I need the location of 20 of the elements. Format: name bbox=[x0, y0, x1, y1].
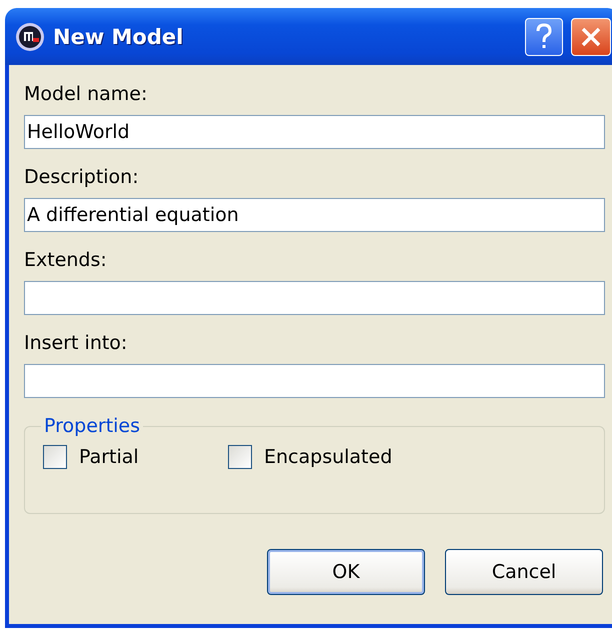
field-label: Extends: bbox=[24, 249, 108, 271]
field-label: Insert into: bbox=[24, 332, 128, 354]
field-label: Model name: bbox=[24, 83, 148, 105]
dialog-button[interactable]: Cancel bbox=[445, 549, 603, 595]
input-field[interactable]: HelloWorld bbox=[24, 115, 605, 149]
checkbox[interactable] bbox=[228, 445, 252, 469]
close-button[interactable] bbox=[571, 18, 611, 56]
input-field[interactable] bbox=[24, 364, 605, 398]
help-button[interactable] bbox=[525, 18, 563, 56]
question-mark-icon bbox=[535, 22, 553, 50]
input-field[interactable]: A differential equation bbox=[24, 198, 605, 232]
app-logo-icon bbox=[15, 22, 45, 52]
window-title: New Model bbox=[53, 24, 184, 48]
input-field[interactable] bbox=[24, 281, 605, 315]
dialog-button[interactable]: OK bbox=[267, 549, 425, 595]
checkbox[interactable] bbox=[43, 445, 67, 469]
field-label: Description: bbox=[24, 166, 140, 188]
group-title: Properties bbox=[43, 415, 142, 437]
checkbox-label: Partial bbox=[79, 446, 139, 468]
checkbox-label: Encapsulated bbox=[264, 446, 392, 468]
